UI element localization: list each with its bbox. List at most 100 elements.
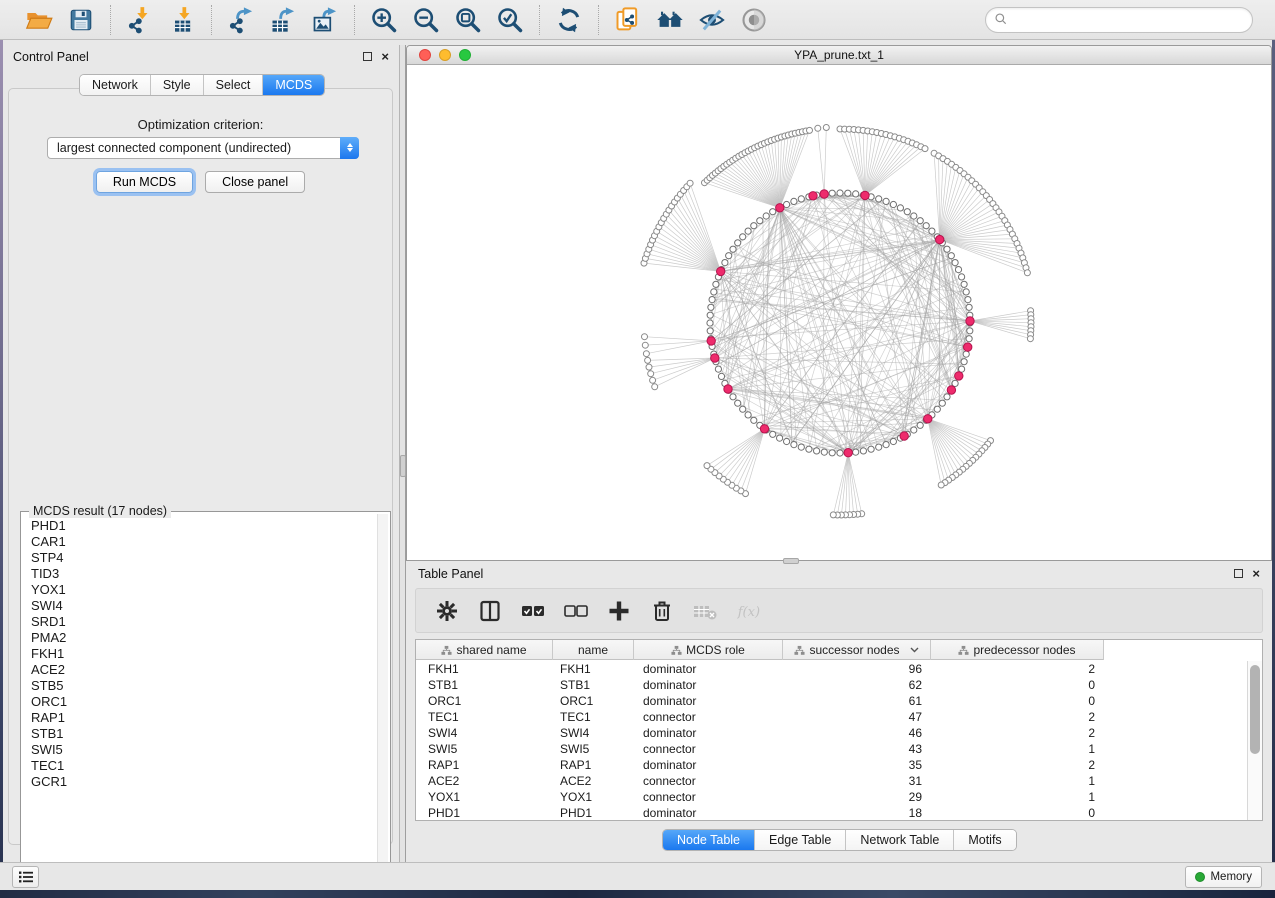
select-all-icon[interactable] [520,598,546,624]
network-window-titlebar[interactable]: YPA_prune.txt_1 [407,46,1271,65]
table-row[interactable]: FKH1FKH1dominator962 [416,661,1246,677]
column-label: predecessor nodes [973,643,1075,657]
network-window-title: YPA_prune.txt_1 [407,48,1271,62]
tab-motifs[interactable]: Motifs [954,830,1015,850]
show-details-icon[interactable] [739,5,769,35]
table-row[interactable]: PHD1PHD1dominator180 [416,805,1246,820]
export-network-icon[interactable] [226,5,256,35]
table-row[interactable]: RAP1RAP1dominator352 [416,757,1246,773]
table-row[interactable]: ORC1ORC1dominator610 [416,693,1246,709]
table-cell: 62 [783,677,931,693]
network-canvas-svg[interactable] [407,65,1271,560]
mcds-result-item[interactable]: FKH1 [31,646,376,662]
mcds-result-item[interactable]: PMA2 [31,630,376,646]
tab-mcds[interactable]: MCDS [263,75,324,95]
table-row[interactable]: ACE2ACE2connector311 [416,773,1246,789]
gear-icon[interactable] [434,598,460,624]
mcds-result-item[interactable]: STB5 [31,678,376,694]
table-cell: 0 [931,693,1104,709]
hide-details-icon[interactable] [697,5,727,35]
tab-network-table[interactable]: Network Table [846,830,954,850]
import-network-icon[interactable] [125,5,155,35]
mcds-result-item[interactable]: SWI4 [31,598,376,614]
mcds-result-item[interactable]: RAP1 [31,710,376,726]
tree-icon [441,645,452,656]
table-cell: dominator [634,757,783,773]
table-cell: dominator [634,805,783,820]
save-session-icon[interactable] [66,5,96,35]
share-network-icon[interactable] [613,5,643,35]
zoom-selected-icon[interactable] [495,5,525,35]
table-row[interactable]: YOX1YOX1connector291 [416,789,1246,805]
table-cell: TEC1 [553,709,634,725]
show-panels-button[interactable] [12,866,39,888]
chevron-down-icon[interactable] [910,647,919,653]
mcds-result-item[interactable]: PHD1 [31,518,376,534]
mcds-result-item[interactable]: ACE2 [31,662,376,678]
mcds-result-title: MCDS result (17 nodes) [29,504,171,518]
open-file-icon[interactable] [24,5,54,35]
svg-text:f(x): f(x) [737,604,760,619]
mcds-node [724,385,732,393]
tab-style[interactable]: Style [151,75,204,95]
float-table-panel-icon[interactable] [1234,569,1243,578]
delete-column-icon[interactable] [649,598,675,624]
optimization-criterion-value: largest connected component (undirected) [48,141,340,155]
table-row[interactable]: STB1STB1dominator620 [416,677,1246,693]
mcds-result-item[interactable]: STP4 [31,550,376,566]
add-column-icon[interactable] [606,598,632,624]
table-cell: connector [634,709,783,725]
mcds-result-item[interactable]: SWI5 [31,742,376,758]
control-panel-title: Control Panel [13,50,89,64]
tab-node-table[interactable]: Node Table [663,830,755,850]
mcds-result-item[interactable]: TEC1 [31,758,376,774]
import-table-icon[interactable] [167,5,197,35]
tab-network[interactable]: Network [80,75,151,95]
zoom-fit-icon[interactable] [453,5,483,35]
mcds-result-list: PHD1CAR1STP4TID3YOX1SWI4SRD1PMA2FKH1ACE2… [22,518,376,879]
run-mcds-button[interactable]: Run MCDS [96,171,193,193]
split-panel-icon[interactable] [477,598,503,624]
close-table-panel-icon[interactable]: × [1252,569,1260,578]
table-cell: 18 [783,805,931,820]
horizontal-splitter-grip[interactable] [783,558,799,564]
table-scrollbar[interactable] [1247,661,1262,820]
tab-edge-table[interactable]: Edge Table [755,830,846,850]
table-scrollbar-thumb[interactable] [1250,665,1260,754]
column-header-name[interactable]: name [553,640,634,660]
column-header-predecessor-nodes[interactable]: predecessor nodes [931,640,1104,660]
table-row[interactable]: SWI5SWI5connector431 [416,741,1246,757]
mcds-result-item[interactable]: STB1 [31,726,376,742]
mcds-result-item[interactable]: CAR1 [31,534,376,550]
column-label: MCDS role [686,643,745,657]
optimization-criterion-select[interactable]: largest connected component (undirected) [47,137,359,159]
mcds-node [947,386,955,394]
tab-select[interactable]: Select [204,75,264,95]
mcds-result-item[interactable]: ORC1 [31,694,376,710]
table-cell: RAP1 [553,757,634,773]
zoom-out-icon[interactable] [411,5,441,35]
close-panel-button[interactable]: Close panel [205,171,305,193]
column-header-MCDS-role[interactable]: MCDS role [634,640,783,660]
export-image-icon[interactable] [310,5,340,35]
search-input[interactable] [1008,10,1252,30]
table-cell: 61 [783,693,931,709]
refresh-icon[interactable] [554,5,584,35]
homes-icon[interactable] [655,5,685,35]
table-header-row: shared namename MCDS role successor nodes p… [416,640,1104,660]
table-row[interactable]: TEC1TEC1connector472 [416,709,1246,725]
mcds-result-item[interactable]: SRD1 [31,614,376,630]
column-header-successor-nodes[interactable]: successor nodes [783,640,931,660]
mcds-result-scrollbar[interactable] [377,514,388,879]
table-row[interactable]: SWI4SWI4dominator462 [416,725,1246,741]
mcds-result-item[interactable]: TID3 [31,566,376,582]
memory-button[interactable]: Memory [1185,866,1262,888]
close-panel-icon[interactable]: × [381,52,389,61]
float-panel-icon[interactable] [363,52,372,61]
column-header-shared-name[interactable]: shared name [416,640,553,660]
mcds-result-item[interactable]: YOX1 [31,582,376,598]
mcds-result-item[interactable]: GCR1 [31,774,376,790]
export-table-icon[interactable] [268,5,298,35]
zoom-in-icon[interactable] [369,5,399,35]
deselect-all-icon[interactable] [563,598,589,624]
